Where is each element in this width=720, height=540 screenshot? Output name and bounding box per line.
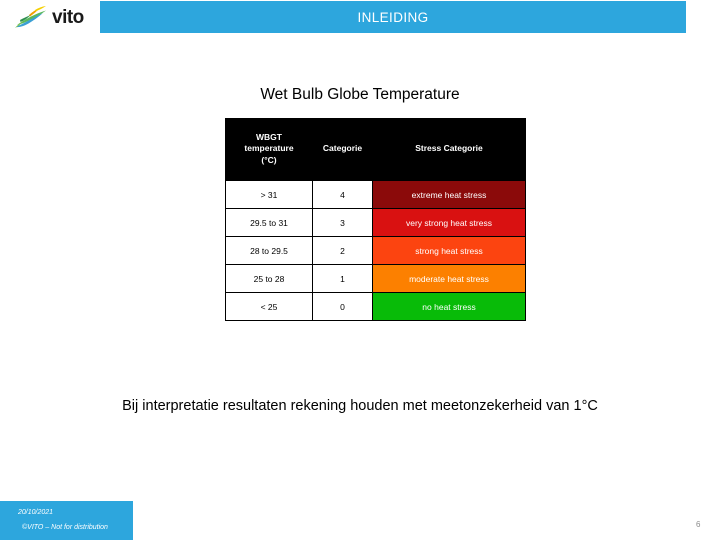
vito-wordmark: vito	[52, 6, 84, 28]
footer-date: 20/10/2021	[18, 509, 54, 516]
cell-temperature: 29.5 to 31	[225, 208, 313, 237]
cell-categorie: 4	[312, 180, 373, 209]
cell-stress-categorie: moderate heat stress	[372, 264, 526, 293]
footer-badge: 20/10/2021 ©VITO – Not for distribution	[0, 501, 133, 540]
cell-temperature: > 31	[225, 180, 313, 209]
cell-categorie: 2	[312, 236, 373, 265]
table-header-row: WBGT temperature (°C) Categorie Stress C…	[225, 118, 526, 181]
header-line-2: temperature	[244, 143, 294, 154]
table-row: 25 to 28 1 moderate heat stress	[225, 264, 526, 293]
cell-stress-categorie: no heat stress	[372, 292, 526, 321]
slide-header: vito INLEIDING	[0, 0, 720, 34]
column-header-categorie: Categorie	[312, 118, 373, 181]
cell-temperature: < 25	[225, 292, 313, 321]
page-number: 6	[696, 520, 701, 529]
cell-categorie: 0	[312, 292, 373, 321]
table-row: > 31 4 extreme heat stress	[225, 180, 526, 209]
column-header-temperature: WBGT temperature (°C)	[225, 118, 313, 181]
wbgt-category-table: WBGT temperature (°C) Categorie Stress C…	[225, 118, 526, 321]
cell-temperature: 25 to 28	[225, 264, 313, 293]
table-row: 29.5 to 31 3 very strong heat stress	[225, 208, 526, 237]
footer-copyright: ©VITO – Not for distribution	[22, 524, 108, 531]
header-line-1: WBGT	[256, 131, 282, 142]
cell-categorie: 3	[312, 208, 373, 237]
cell-stress-categorie: strong heat stress	[372, 236, 526, 265]
table-row: 28 to 29.5 2 strong heat stress	[225, 236, 526, 265]
cell-categorie: 1	[312, 264, 373, 293]
header-banner: INLEIDING	[100, 1, 686, 33]
cell-stress-categorie: very strong heat stress	[372, 208, 526, 237]
vito-logo: vito	[14, 4, 100, 30]
table-row: < 25 0 no heat stress	[225, 292, 526, 321]
slide-section-title: INLEIDING	[357, 9, 429, 25]
cell-stress-categorie: extreme heat stress	[372, 180, 526, 209]
page-title: Wet Bulb Globe Temperature	[260, 86, 460, 103]
vito-bird-logo-icon	[15, 6, 46, 28]
interpretation-note: Bij interpretatie resultaten rekening ho…	[122, 398, 598, 414]
column-header-stress-categorie: Stress Categorie	[372, 118, 526, 181]
table-body: > 31 4 extreme heat stress 29.5 to 31 3 very …	[225, 180, 526, 321]
header-line-3: (°C)	[261, 154, 277, 165]
cell-temperature: 28 to 29.5	[225, 236, 313, 265]
